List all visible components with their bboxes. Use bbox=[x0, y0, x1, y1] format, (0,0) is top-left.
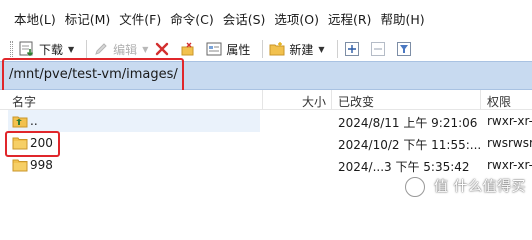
watermark-logo-icon bbox=[405, 177, 426, 197]
new-folder-icon bbox=[269, 41, 285, 57]
menu-mark[interactable]: 标记(M) bbox=[65, 9, 111, 28]
rename-button[interactable] bbox=[180, 39, 200, 59]
download-label: 下载 bbox=[39, 42, 64, 57]
minus-icon bbox=[370, 41, 386, 57]
file-list-header: 名字 大小 已改变 权限 bbox=[0, 90, 532, 110]
column-modified[interactable]: 已改变 bbox=[338, 93, 374, 110]
parent-folder-icon bbox=[12, 113, 28, 129]
menu-bar: 本地(L) 标记(M) 文件(F) 命令(C) 会话(S) 选项(O) 远程(R… bbox=[0, 0, 532, 37]
properties-label: 属性 bbox=[226, 42, 251, 57]
delete-icon bbox=[154, 41, 170, 57]
watermark: 值 什么值得买 bbox=[405, 176, 526, 197]
filter-icon bbox=[396, 41, 412, 57]
row-hover-highlight bbox=[8, 110, 260, 132]
menu-command[interactable]: 命令(C) bbox=[170, 9, 213, 28]
select-all-button[interactable] bbox=[344, 39, 364, 59]
column-name[interactable]: 名字 bbox=[12, 93, 36, 110]
column-permissions[interactable]: 权限 bbox=[487, 93, 511, 110]
rename-icon bbox=[180, 41, 196, 57]
edit-icon bbox=[93, 41, 109, 57]
new-label: 新建 bbox=[289, 42, 314, 57]
chevron-down-icon[interactable]: ▼ bbox=[68, 45, 74, 54]
menu-session[interactable]: 会话(S) bbox=[223, 9, 266, 28]
file-modified: 2024/...3 下午 5:35:42 bbox=[338, 160, 470, 174]
filter-button[interactable] bbox=[396, 39, 416, 59]
table-row[interactable]: .. 2024/8/11 上午 9:21:06 rwxr-xr- bbox=[0, 110, 532, 132]
toolbar-separator bbox=[336, 40, 338, 58]
delete-button[interactable] bbox=[154, 39, 174, 59]
menu-file[interactable]: 文件(F) bbox=[119, 9, 161, 28]
chevron-down-icon[interactable]: ▼ bbox=[142, 45, 148, 54]
menu-local[interactable]: 本地(L) bbox=[14, 9, 56, 28]
toolbar-separator bbox=[262, 40, 264, 58]
file-name: .. bbox=[30, 114, 38, 128]
file-permissions: rwxr-xr- bbox=[487, 114, 532, 128]
edit-button[interactable]: 编辑 ▼ bbox=[93, 39, 148, 59]
plus-icon bbox=[344, 41, 360, 57]
menu-options[interactable]: 选项(O) bbox=[274, 9, 319, 28]
properties-icon bbox=[206, 41, 222, 57]
menu-help[interactable]: 帮助(H) bbox=[380, 9, 424, 28]
table-row[interactable]: 998 2024/...3 下午 5:35:42 rwxr-xr- bbox=[0, 154, 532, 176]
path-highlight-box bbox=[2, 58, 184, 93]
column-divider[interactable] bbox=[331, 90, 332, 110]
deselect-button[interactable] bbox=[370, 39, 390, 59]
properties-button[interactable]: 属性 bbox=[206, 39, 250, 59]
chevron-down-icon[interactable]: ▼ bbox=[318, 45, 324, 54]
column-size[interactable]: 大小 bbox=[302, 93, 326, 110]
edit-label: 编辑 bbox=[113, 42, 138, 57]
toolbar-separator bbox=[86, 40, 88, 58]
file-permissions: rwxr-xr- bbox=[487, 158, 532, 172]
watermark-text: 值 什么值得买 bbox=[434, 179, 526, 195]
file-name: 998 bbox=[30, 158, 53, 172]
download-button[interactable]: 下载 ▼ bbox=[19, 39, 74, 59]
menu-remote[interactable]: 远程(R) bbox=[328, 9, 371, 28]
file-modified: 2024/10/2 下午 11:55:... bbox=[338, 138, 482, 152]
toolbar-grip[interactable] bbox=[10, 41, 13, 57]
table-row[interactable]: 200 2024/10/2 下午 11:55:... rwsrwsr bbox=[0, 132, 532, 154]
file-permissions: rwsrwsr bbox=[487, 136, 532, 150]
download-icon bbox=[19, 41, 35, 57]
folder-icon bbox=[12, 157, 28, 173]
new-button[interactable]: 新建 ▼ bbox=[269, 39, 325, 59]
column-divider[interactable] bbox=[262, 90, 263, 110]
file-modified: 2024/8/11 上午 9:21:06 bbox=[338, 116, 478, 130]
column-divider[interactable] bbox=[480, 90, 481, 110]
